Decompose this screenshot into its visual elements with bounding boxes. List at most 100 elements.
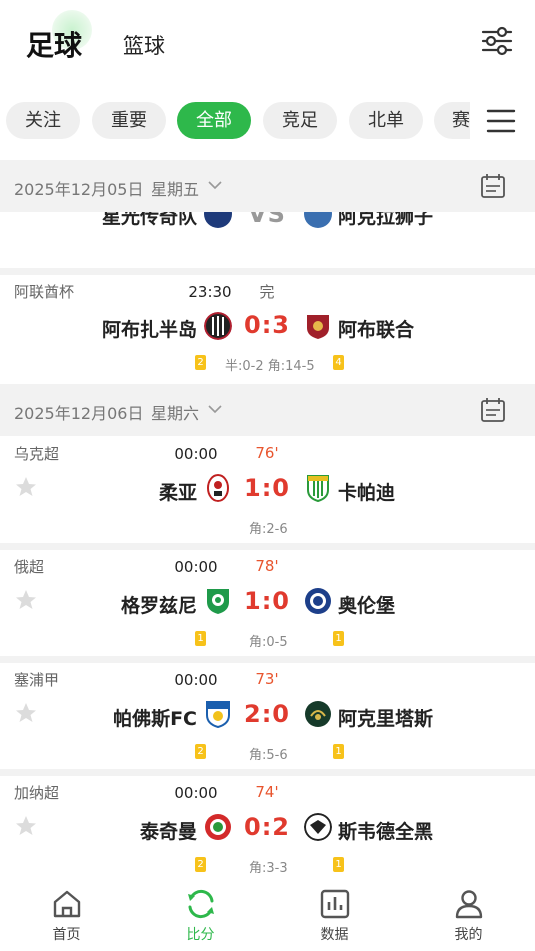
league-name: 阿联酋杯 xyxy=(14,283,75,301)
match-score: VS xyxy=(248,212,286,228)
match-card[interactable]: 阿联酋杯 23:30 完 阿布扎半岛 0:3 阿布联合 2 半:0-2 角:14… xyxy=(0,275,535,381)
chevron-down-icon xyxy=(208,405,222,414)
home-team-logo xyxy=(207,589,229,614)
nav-label: 我的 xyxy=(454,927,483,943)
match-score: 1:0 xyxy=(244,474,290,502)
away-team: 阿布联合 xyxy=(338,319,415,341)
match-score: 0:2 xyxy=(244,813,290,841)
match-card[interactable]: 乌克超 00:00 76' 柔亚 1:0 卡帕迪 角:2-6 xyxy=(0,436,535,543)
nav-score[interactable]: 比分 xyxy=(134,878,267,951)
away-team-logo xyxy=(305,701,331,727)
home-team-logo xyxy=(206,701,230,728)
date-label: 2025年12月05日 xyxy=(14,180,144,199)
match-extra-stats: 角:2-6 xyxy=(249,522,288,537)
tab-all[interactable]: 全部 xyxy=(177,102,251,139)
weekday-label: 星期五 xyxy=(151,180,200,199)
away-yellow-cards: 1 xyxy=(333,744,344,759)
home-yellow-cards: 2 xyxy=(195,744,206,759)
date-header[interactable]: 2025年12月06日 星期六 xyxy=(0,384,535,436)
filter-settings-icon[interactable] xyxy=(480,24,514,58)
league-name: 塞浦甲 xyxy=(14,671,60,689)
sport-tab-basketball[interactable]: 篮球 xyxy=(123,30,165,60)
weekday-label: 星期六 xyxy=(151,404,200,423)
away-team: 奥伦堡 xyxy=(338,595,396,617)
match-extra-stats: 半:0-2 角:14-5 xyxy=(225,359,315,374)
tab-more-partial[interactable]: 赛 xyxy=(434,102,470,139)
star-icon[interactable] xyxy=(14,701,38,725)
home-team-logo xyxy=(204,212,232,228)
match-minute: 76' xyxy=(255,444,279,462)
divider xyxy=(0,268,535,275)
star-icon[interactable] xyxy=(14,475,38,499)
league-name: 加纳超 xyxy=(14,784,60,802)
nav-label: 首页 xyxy=(52,927,81,943)
match-extra-stats: 角:0-5 xyxy=(249,635,288,650)
league-name: 俄超 xyxy=(14,558,45,576)
match-score: 0:3 xyxy=(244,311,290,339)
home-team: 帕佛斯FC xyxy=(113,708,197,730)
nav-data[interactable]: 数据 xyxy=(268,878,401,951)
home-team: 泰奇曼 xyxy=(139,821,197,843)
date-header[interactable]: 2025年12月05日 星期五 xyxy=(0,160,535,212)
match-minute: 74' xyxy=(255,783,279,801)
home-team: 柔亚 xyxy=(158,482,197,504)
star-icon[interactable] xyxy=(14,814,38,838)
divider xyxy=(0,769,535,776)
category-tabs: 关注 重要 全部 竞足 北单 赛 xyxy=(0,102,470,142)
match-card[interactable]: 俄超 00:00 78' 格罗兹尼 1:0 奥伦堡 1 角:0-5 1 xyxy=(0,550,535,656)
match-card[interactable]: 塞浦甲 00:00 73' 帕佛斯FC 2:0 阿克里塔斯 2 角:5-6 1 xyxy=(0,663,535,769)
home-team: 星光传奇队 xyxy=(101,212,197,228)
match-time: 00:00 xyxy=(174,671,218,689)
nav-mine[interactable]: 我的 xyxy=(402,878,535,951)
match-extra-stats: 角:5-6 xyxy=(249,748,288,763)
match-minute: 73' xyxy=(255,670,279,688)
calendar-icon[interactable] xyxy=(480,397,506,423)
tab-jingzu[interactable]: 竞足 xyxy=(263,102,337,139)
refresh-score-icon xyxy=(187,889,214,919)
home-yellow-cards: 2 xyxy=(195,355,206,370)
away-yellow-cards: 1 xyxy=(333,857,344,872)
match-score: 1:0 xyxy=(244,587,290,615)
home-yellow-cards: 1 xyxy=(195,631,206,646)
tab-beidan[interactable]: 北单 xyxy=(349,102,423,139)
calendar-icon[interactable] xyxy=(480,173,506,199)
match-time: 23:30 xyxy=(188,283,232,301)
tab-follow[interactable]: 关注 xyxy=(6,102,80,139)
home-team: 格罗兹尼 xyxy=(120,595,197,617)
match-card[interactable]: 加纳超 00:00 74' 泰奇曼 0:2 斯韦德全黑 2 角:3-3 1 xyxy=(0,776,535,878)
home-team-logo xyxy=(204,312,232,340)
home-team-logo xyxy=(207,474,229,502)
date-label: 2025年12月06日 xyxy=(14,404,144,423)
home-team-logo xyxy=(205,814,231,840)
match-score: 2:0 xyxy=(244,700,290,728)
away-team-logo xyxy=(305,588,331,614)
away-team: 阿克拉狮子 xyxy=(338,212,434,228)
match-time: 00:00 xyxy=(174,445,218,463)
away-team: 卡帕迪 xyxy=(338,482,396,504)
away-team-logo xyxy=(304,813,332,841)
match-card-partial[interactable]: 星光传奇队 VS 阿克拉狮子 xyxy=(0,212,535,268)
nav-label: 数据 xyxy=(320,927,349,943)
away-yellow-cards: 4 xyxy=(333,355,344,370)
home-team: 阿布扎半岛 xyxy=(101,319,197,341)
match-time: 00:00 xyxy=(174,558,218,576)
match-time: 00:00 xyxy=(174,784,218,802)
user-icon xyxy=(455,890,482,919)
star-icon[interactable] xyxy=(14,588,38,612)
chevron-down-icon xyxy=(208,181,222,190)
away-team: 阿克里塔斯 xyxy=(338,708,434,730)
away-team-logo xyxy=(304,212,332,228)
league-name: 乌克超 xyxy=(14,445,60,463)
away-yellow-cards: 1 xyxy=(333,631,344,646)
away-team-logo xyxy=(307,315,329,339)
bottom-navigation: 首页 比分 数据 我的 xyxy=(0,878,535,951)
tab-important[interactable]: 重要 xyxy=(92,102,166,139)
menu-icon[interactable] xyxy=(486,108,516,134)
away-team-logo xyxy=(307,475,329,502)
sport-tab-football[interactable]: 足球 xyxy=(26,24,82,64)
nav-home[interactable]: 首页 xyxy=(0,878,133,951)
divider xyxy=(0,656,535,663)
nav-label: 比分 xyxy=(186,927,215,943)
match-extra-stats: 角:3-3 xyxy=(249,861,288,876)
match-status: 完 xyxy=(259,283,275,301)
